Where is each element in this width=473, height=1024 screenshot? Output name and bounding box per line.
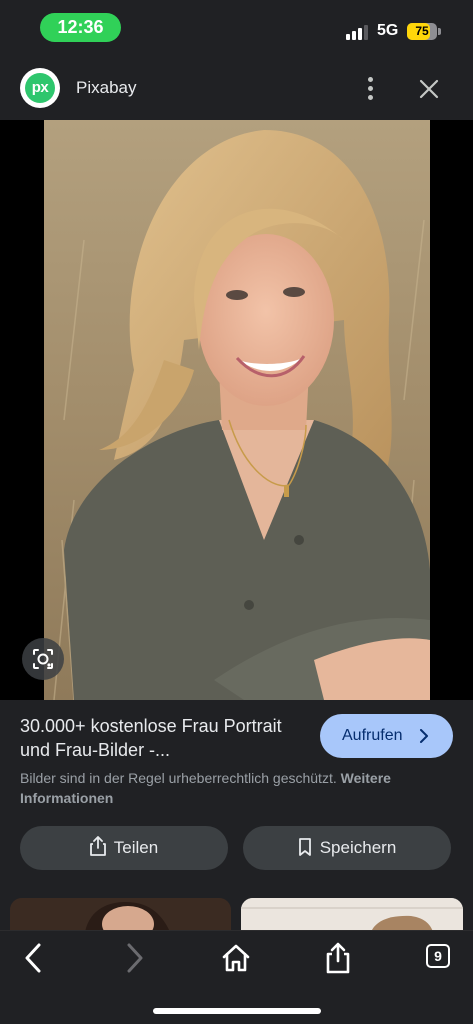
- copyright-text: Bilder sind in der Regel urheberrechtlic…: [20, 770, 337, 786]
- lens-icon: [33, 649, 53, 669]
- back-icon[interactable]: [17, 941, 51, 975]
- image-preview: [0, 120, 473, 700]
- site-logo[interactable]: px: [20, 68, 60, 108]
- tabs-button[interactable]: 9: [426, 944, 450, 968]
- chevron-right-icon: [420, 729, 428, 743]
- share-icon: [89, 836, 106, 856]
- source-header: px Pixabay: [0, 56, 473, 120]
- battery-cap: [438, 28, 441, 35]
- related-image-thumbnail[interactable]: [241, 898, 463, 932]
- share-button[interactable]: Teilen: [20, 826, 228, 870]
- home-icon[interactable]: [219, 941, 253, 975]
- site-logo-text: px: [25, 73, 55, 103]
- bookmark-icon: [298, 838, 311, 856]
- network-type: 5G: [377, 22, 399, 39]
- more-vert-icon[interactable]: [360, 74, 382, 104]
- visit-button-label: Aufrufen: [342, 727, 403, 744]
- result-title[interactable]: 30.000+ kostenlose Frau Portrait und Fra…: [20, 714, 310, 762]
- cellular-signal-icon: [346, 24, 370, 40]
- status-bar: 12:36 5G 75: [0, 0, 473, 56]
- save-button[interactable]: Speichern: [243, 826, 451, 870]
- portrait-photo[interactable]: [44, 120, 430, 700]
- copyright-notice: Bilder sind in der Regel urheberrechtlic…: [20, 768, 450, 808]
- related-image-thumbnail[interactable]: [10, 898, 231, 932]
- save-label: Speichern: [319, 838, 397, 857]
- lens-search-button[interactable]: [22, 638, 64, 680]
- forward-icon: [117, 941, 151, 975]
- close-icon[interactable]: [415, 75, 443, 103]
- battery-icon: 75: [407, 23, 437, 40]
- share-icon[interactable]: [321, 941, 355, 975]
- site-name: Pixabay: [76, 78, 137, 97]
- share-label: Teilen: [113, 838, 159, 857]
- home-indicator[interactable]: [153, 1008, 321, 1014]
- clock[interactable]: 12:36: [40, 13, 121, 42]
- visit-button[interactable]: Aufrufen: [320, 714, 453, 758]
- battery-level: 75: [415, 24, 429, 38]
